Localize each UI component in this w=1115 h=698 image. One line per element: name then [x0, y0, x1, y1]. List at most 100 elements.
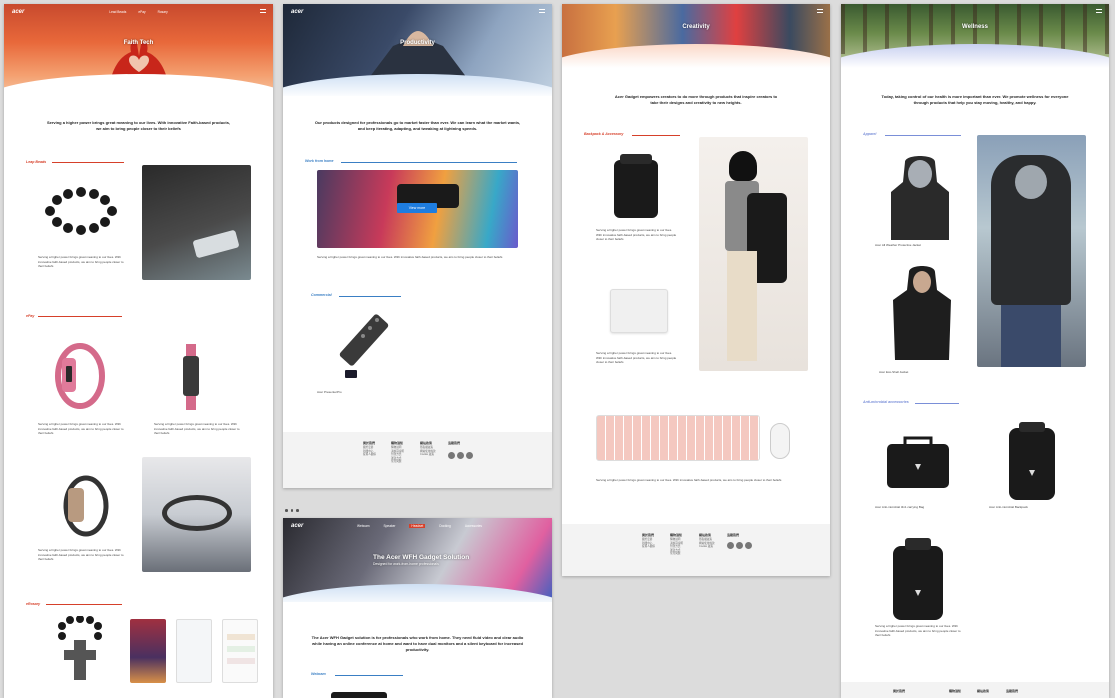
- faith-intro: Serving a higher power brings great mean…: [46, 120, 231, 131]
- epay-caption-bottom: Serving a higher power brings great mean…: [38, 548, 124, 561]
- hero-wave: [841, 44, 1109, 76]
- webcam-product-image: [331, 692, 387, 698]
- creativity-footer: 関於我們 關於宏碁 新聞中心 投資人關係 購物須知 購物說明 退換貨說明 付款方式 運送方…: [562, 524, 830, 576]
- dot-icon: [285, 509, 288, 512]
- man-jacket-photo: [977, 135, 1086, 367]
- footer-col-shopping: 購物須知: [949, 689, 962, 693]
- black-backpack-image: [614, 154, 658, 218]
- productivity-hero: acer Productivity: [283, 4, 552, 96]
- app-screen-2: [176, 619, 212, 683]
- wfh-nav: Webcam Speaker Headset Docking Accessori…: [283, 524, 552, 528]
- section-label-wfh: Work from home: [305, 159, 334, 163]
- section-divider: [885, 135, 961, 136]
- hero-wave: [283, 584, 552, 602]
- hero-wave: [283, 74, 552, 96]
- jacket2-name: Acer Eco-Shell Jacket: [879, 370, 909, 374]
- acer-logo[interactable]: acer: [291, 9, 303, 15]
- faith-hero-title: Faith Tech: [123, 40, 154, 46]
- wfh-intro: The Acer WFH Gadget solution is for prof…: [311, 635, 524, 652]
- faith-nav: Lead Beads ePay Rosary: [4, 10, 273, 14]
- wellness-caption: Serving a higher power brings great mean…: [875, 624, 961, 637]
- wfh-hero: acer Webcam Speaker Headset Docking Acce…: [283, 518, 552, 602]
- menu-icon[interactable]: [817, 9, 823, 13]
- footer-col-about: 関於我們 關於宏碁 新聞中心 投資人關係: [642, 533, 655, 549]
- section-label-erosary: eRosary: [26, 602, 41, 606]
- productivity-page: acer Productivity Our products designed …: [283, 4, 552, 488]
- section-divider: [335, 675, 403, 676]
- footer-col-follow: 追蹤我們: [448, 441, 461, 445]
- footer-col-follow: 追蹤我們: [1006, 689, 1019, 693]
- model-hair: [729, 151, 757, 181]
- dot-icon: [296, 509, 299, 512]
- footer-col-policy: 網站政策 隱私權政策 網站使用條款 Cookie 政策: [420, 441, 436, 457]
- nav-item-speaker[interactable]: Speaker: [384, 524, 396, 528]
- section-divider: [632, 135, 680, 136]
- wfh-page: acer Webcam Speaker Headset Docking Acce…: [283, 518, 552, 698]
- section-label-backpack: Backpack & Accessory: [584, 132, 624, 136]
- section-divider: [46, 604, 122, 605]
- line-icon[interactable]: [736, 542, 743, 549]
- facebook-icon[interactable]: [727, 542, 734, 549]
- hero-wave: [4, 74, 273, 99]
- mousepad-caption: Serving a higher power brings great mean…: [596, 351, 677, 364]
- youtube-icon[interactable]: [745, 542, 752, 549]
- wellness-intro: Today, taking control of our health is m…: [881, 94, 1069, 105]
- wellness-hero-title: Wellness: [962, 24, 988, 30]
- footer-col-shopping: 購物須知 購物說明 退換貨說明 付款方式 運送方式 常見問題: [391, 441, 404, 464]
- section-divider: [341, 162, 517, 163]
- nav-item-rosary[interactable]: Rosary: [158, 10, 168, 14]
- bag2-name: Acer Anti-microbial Backpack: [989, 505, 1028, 509]
- mouse-image: [770, 423, 790, 459]
- section-label-epay: ePay: [26, 314, 35, 318]
- carrying-bag-image: [887, 436, 949, 488]
- productivity-hero-title: Productivity: [400, 40, 435, 46]
- nav-item-epay[interactable]: ePay: [138, 10, 145, 14]
- section-label-anti-microbial: Anti-microbial accessories: [863, 400, 909, 404]
- social-icons: [448, 452, 473, 459]
- nav-item-leap-beads[interactable]: Lead Beads: [109, 10, 126, 14]
- wfh-hero-subtitle: Designed for work-from-home professional…: [373, 562, 439, 566]
- epay-lifestyle-photo: [142, 457, 251, 572]
- faith-hero: acer Lead Beads ePay Rosary Faith Tech: [4, 4, 273, 99]
- model-backpack-photo: [699, 137, 808, 371]
- app-screen-3: [222, 619, 258, 683]
- nav-item-accessories[interactable]: Accessories: [465, 524, 482, 528]
- creativity-hero: Creativity: [562, 4, 830, 76]
- model-pants: [727, 251, 757, 361]
- faith-page: acer Lead Beads ePay Rosary Faith Tech S…: [4, 4, 273, 698]
- line-icon[interactable]: [457, 452, 464, 459]
- nav-item-docking[interactable]: Docking: [439, 524, 451, 528]
- nav-item-headset[interactable]: Headset: [409, 524, 426, 528]
- presenter-name: Acer PresenterPro: [317, 390, 342, 394]
- bead-bracelet-image: [45, 187, 117, 235]
- wfh-hero-title: The Acer WFH Gadget Solution: [373, 554, 470, 561]
- menu-icon[interactable]: [539, 9, 545, 13]
- menu-icon[interactable]: [1096, 9, 1102, 13]
- creativity-hero-title: Creativity: [682, 24, 710, 30]
- section-label-apparel: Apparel: [863, 132, 877, 136]
- nav-item-webcam[interactable]: Webcam: [357, 524, 370, 528]
- footer-col-shopping: 購物須知 購物說明 退換貨說明 付款方式 運送方式 常見問題: [670, 533, 683, 556]
- wrist-bracelet-photo: [142, 165, 251, 280]
- presenter-image: [339, 314, 389, 378]
- anti-microbial-backpack-image: [1009, 422, 1055, 500]
- face-shield: [1015, 165, 1047, 199]
- productivity-footer: 関於我們 關於宏碁 新聞中心 投資人關係 購物須知 購物說明 退換貨說明 付款方式 運送方…: [283, 432, 552, 488]
- productivity-intro: Our products designed for professionals …: [314, 120, 521, 131]
- view-more-button[interactable]: View more: [397, 203, 437, 213]
- social-icons: [727, 542, 752, 549]
- pink-clip-image: [183, 344, 199, 410]
- section-divider: [339, 296, 401, 297]
- facebook-icon[interactable]: [448, 452, 455, 459]
- mousepad-image: [610, 289, 668, 333]
- menu-icon[interactable]: [260, 9, 266, 13]
- backpack-caption: Serving a higher power brings great mean…: [596, 228, 677, 241]
- wellness-footer: 関於我們 購物須知 網站政策 追蹤我們: [841, 682, 1109, 698]
- epay-caption-left: Serving a higher power brings great mean…: [38, 422, 124, 435]
- keyboard-caption: Serving a higher power brings great mean…: [596, 478, 782, 482]
- wfh-caption: Serving a higher power brings great mean…: [317, 255, 503, 259]
- youtube-icon[interactable]: [466, 452, 473, 459]
- section-label-leap-beads: Leap Beads: [26, 160, 47, 164]
- section-divider: [915, 403, 959, 404]
- section-divider: [38, 316, 122, 317]
